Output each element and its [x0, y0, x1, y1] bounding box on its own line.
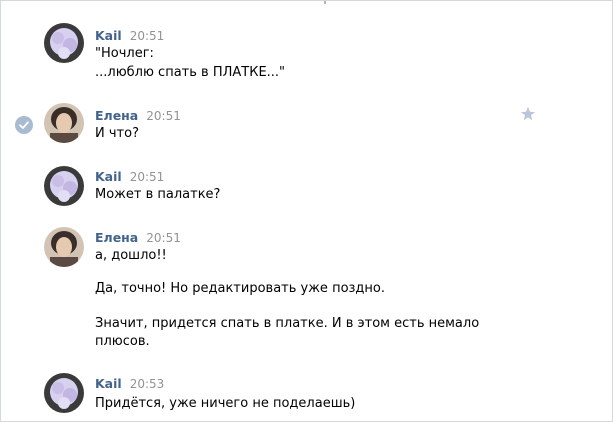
message-text-line: а, дошло!! — [95, 248, 167, 263]
author-name[interactable]: Елена 20:51 — [95, 230, 181, 245]
message-1[interactable]: Kail 20:51 "Ночлег: ...люблю спать в ПЛАТ… — [1, 23, 612, 98]
message-text-line: "Ночлег: — [95, 46, 154, 61]
author-label[interactable]: Kail — [95, 169, 122, 184]
message-text-line: плюсов. — [95, 334, 150, 349]
author-name[interactable]: Kail 20:51 — [95, 28, 164, 43]
kail-avatar[interactable] — [44, 23, 84, 63]
elena-avatar[interactable] — [44, 103, 84, 143]
author-name[interactable]: Елена 20:51 — [95, 108, 181, 123]
message-text-line: Значит, придется спать в платке. И в это… — [95, 316, 480, 331]
message-time[interactable]: 20:51 — [146, 109, 181, 123]
kail-avatar[interactable] — [44, 166, 84, 206]
chat-window: Kail 20:51 "Ночлег: ...люблю спать в ПЛАТ… — [0, 0, 613, 422]
message-time[interactable]: 20:53 — [130, 377, 165, 391]
star-icon[interactable] — [520, 106, 536, 122]
message-5[interactable]: Kail 20:53 Придётся, уже ничего не подела… — [1, 373, 612, 416]
message-text-line: Да, точно! Но редактировать уже поздно. — [95, 281, 386, 296]
author-label[interactable]: Kail — [95, 28, 122, 43]
message-2[interactable]: Елена 20:51 И что? — [1, 103, 612, 148]
kail-avatar[interactable] — [44, 373, 84, 413]
message-time[interactable]: 20:51 — [130, 29, 165, 43]
author-name[interactable]: Kail 20:53 — [95, 376, 164, 391]
elena-avatar[interactable] — [44, 227, 84, 267]
scroll-indicator — [324, 1, 326, 4]
author-name[interactable]: Kail 20:51 — [95, 169, 164, 184]
message-4[interactable]: Елена 20:51 а, дошло!! Да, точно! Но реда… — [1, 227, 612, 350]
message-time[interactable]: 20:51 — [146, 231, 181, 245]
message-text-line: И что? — [95, 126, 139, 141]
message-time[interactable]: 20:51 — [130, 170, 165, 184]
selected-check-icon[interactable] — [15, 116, 33, 134]
message-text-line: Придётся, уже ничего не поделаешь) — [95, 396, 356, 411]
message-text-line: ...люблю спать в ПЛАТКЕ..." — [95, 65, 286, 80]
author-label[interactable]: Елена — [95, 108, 138, 123]
message-3[interactable]: Kail 20:51 Может в палатке? — [1, 166, 612, 209]
message-text-line: Может в палатке? — [95, 187, 221, 202]
author-label[interactable]: Елена — [95, 230, 138, 245]
author-label[interactable]: Kail — [95, 376, 122, 391]
